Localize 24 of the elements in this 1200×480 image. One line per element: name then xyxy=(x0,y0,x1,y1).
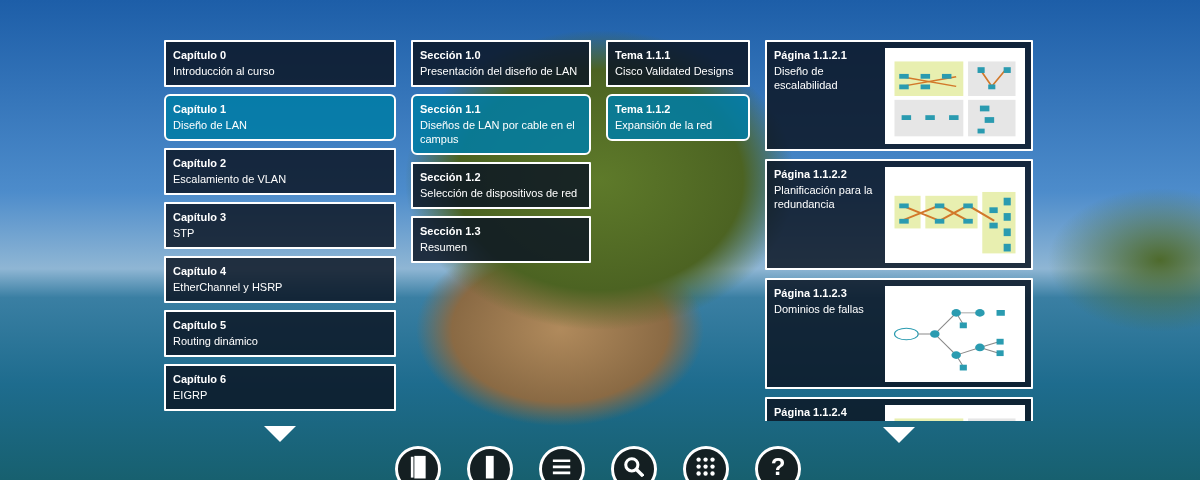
chapter-card[interactable]: Capítulo 4 EtherChannel y HSRP xyxy=(164,256,396,303)
scroll-down-icon[interactable] xyxy=(264,426,296,442)
search-icon xyxy=(623,456,645,478)
chapter-card[interactable]: Capítulo 5 Routing dinámico xyxy=(164,310,396,357)
topic-card[interactable]: Tema 1.1.2 Expansión de la red xyxy=(606,94,750,141)
book-icon xyxy=(409,454,427,480)
section-card[interactable]: Sección 1.3 Resumen xyxy=(411,216,591,263)
topic-card[interactable]: Tema 1.1.1 Cisco Validated Designs xyxy=(606,40,750,87)
section-card[interactable]: Sección 1.0 Presentación del diseño de LAN xyxy=(411,40,591,87)
chapter-card[interactable]: Capítulo 2 Escalamiento de VLAN xyxy=(164,148,396,195)
page-card[interactable]: Página 1.1.2.4 xyxy=(765,397,1033,421)
section-card[interactable]: Sección 1.1 Diseños de LAN por cable en el campus xyxy=(411,94,591,155)
page-card[interactable]: Página 1.1.2.2 Planificación para la redundancia xyxy=(765,159,1033,270)
chapter-card[interactable]: Capítulo 1 Diseño de LAN xyxy=(164,94,396,141)
bookmark-icon xyxy=(485,454,495,480)
chapter-card[interactable]: Capítulo 3 STP xyxy=(164,202,396,249)
page-card[interactable]: Página 1.1.2.1 Diseño de escalabilidad xyxy=(765,40,1033,151)
menu-icon xyxy=(552,459,572,475)
chapter-card[interactable]: Capítulo 0 Introducción al curso xyxy=(164,40,396,87)
grid-icon xyxy=(696,457,716,477)
page-card[interactable]: Página 1.1.2.3 Dominios de fallas xyxy=(765,278,1033,389)
section-card[interactable]: Sección 1.2 Selección de dispositivos de red xyxy=(411,162,591,209)
chapter-card[interactable]: Capítulo 6 EIGRP xyxy=(164,364,396,411)
scroll-down-icon[interactable] xyxy=(883,427,915,443)
